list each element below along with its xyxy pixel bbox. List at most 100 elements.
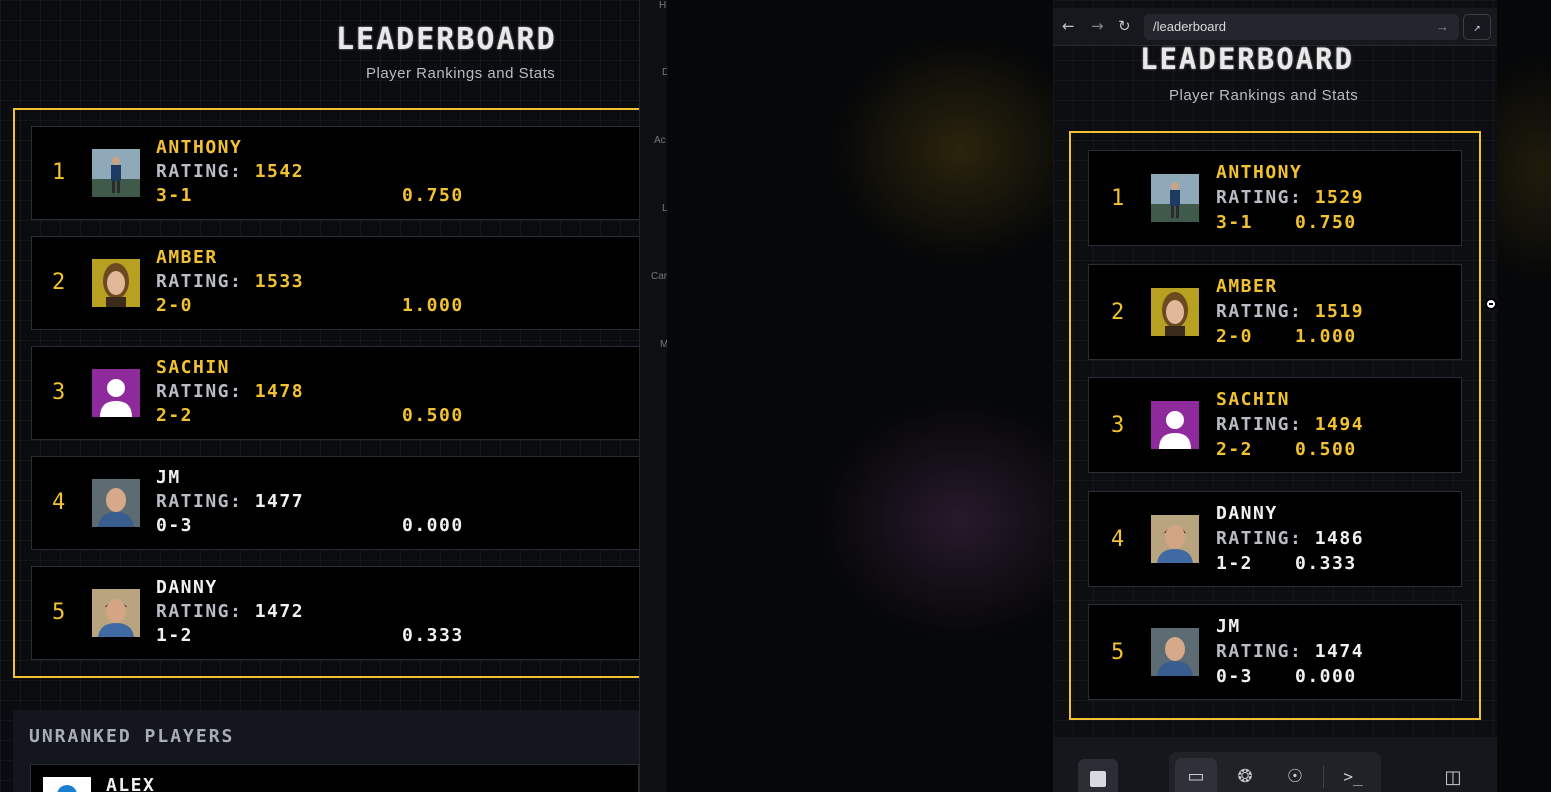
win-loss-record: 0-3 bbox=[1216, 666, 1254, 687]
open-external-icon[interactable]: ↗ bbox=[1463, 14, 1491, 40]
rating-value: 1519 bbox=[1314, 300, 1365, 322]
player-card[interactable]: 2 AMBER RATING: 1533 2-0 1.000 bbox=[31, 236, 639, 330]
rating-value: 1478 bbox=[254, 381, 305, 402]
rating-label: RATING: bbox=[1216, 187, 1303, 208]
stop-icon[interactable] bbox=[1078, 759, 1118, 792]
player-card[interactable]: 5 DANNY RATING: 1472 1-2 0.333 bbox=[31, 566, 639, 660]
win-percentage: 0.500 bbox=[1295, 439, 1357, 460]
divider-label: M bbox=[660, 339, 667, 350]
unranked-player-card[interactable]: ALEX bbox=[30, 764, 639, 792]
player-name: SACHIN bbox=[156, 357, 231, 378]
player-name: AMBER bbox=[156, 247, 218, 268]
grid-icon[interactable]: ❂ bbox=[1225, 758, 1265, 792]
rank-number: 1 bbox=[52, 160, 66, 185]
rating-line: RATING: 1472 bbox=[156, 601, 304, 622]
avatar bbox=[1151, 628, 1199, 676]
rating-label: RATING: bbox=[156, 271, 243, 292]
win-loss-record: 1-2 bbox=[1216, 552, 1254, 574]
avatar bbox=[1151, 514, 1199, 563]
go-icon[interactable]: → bbox=[1436, 14, 1449, 40]
player-card[interactable]: 1 ANTHONY RATING: 1529 3-1 0.750 bbox=[1088, 150, 1462, 246]
avatar bbox=[43, 777, 91, 792]
preview-subtitle: Player Rankings and Stats bbox=[1169, 87, 1359, 104]
win-loss-record: 3-1 bbox=[156, 185, 194, 206]
side-divider: H D Ac L Car M bbox=[639, 0, 667, 792]
divider-label: L bbox=[662, 203, 667, 214]
player-name: ALEX bbox=[106, 775, 156, 792]
divider-label: H bbox=[659, 0, 667, 11]
win-loss-record: 2-2 bbox=[156, 405, 194, 426]
divider-label: D bbox=[662, 67, 667, 78]
preview-title: LEADERBOARD bbox=[1140, 42, 1355, 76]
toolbar-separator bbox=[1323, 766, 1324, 788]
avatar bbox=[1151, 174, 1199, 222]
player-name: DANNY bbox=[156, 577, 218, 598]
panel-toggle-icon[interactable]: ◫ bbox=[1433, 759, 1473, 792]
avatar bbox=[92, 479, 140, 527]
divider-label: Car bbox=[651, 271, 667, 282]
left-app-pane: LEADERBOARD Player Rankings and Stats 1 A… bbox=[0, 0, 639, 792]
desktop-icon[interactable]: ▭ bbox=[1175, 758, 1217, 792]
win-loss-record: 3-1 bbox=[1216, 212, 1254, 233]
rating-line: RATING: 1474 bbox=[1216, 641, 1364, 662]
rating-line: RATING: 1486 bbox=[1216, 528, 1364, 549]
forward-icon[interactable]: → bbox=[1091, 17, 1104, 35]
rank-number: 3 bbox=[1111, 413, 1125, 438]
player-name: ANTHONY bbox=[1216, 162, 1303, 183]
rating-label: RATING: bbox=[156, 491, 243, 512]
win-percentage: 0.750 bbox=[402, 185, 464, 206]
player-card[interactable]: 2 AMBER RATING: 1519 2-0 1.000 bbox=[1088, 263, 1462, 360]
terminal-icon[interactable]: >_ bbox=[1333, 758, 1373, 792]
player-name: AMBER bbox=[1216, 275, 1278, 297]
rank-number: 3 bbox=[52, 380, 66, 405]
page-title: LEADERBOARD bbox=[336, 22, 557, 57]
rating-value: 1486 bbox=[1314, 527, 1365, 549]
browser-preview: ← → ↻ /leaderboard → ↗ LEADERBOARD Player… bbox=[1053, 0, 1497, 792]
rank-number: 4 bbox=[1111, 526, 1125, 552]
reload-icon[interactable]: ↻ bbox=[1118, 17, 1131, 35]
rank-number: 5 bbox=[52, 600, 66, 625]
player-card[interactable]: 5 JM RATING: 1474 0-3 0.000 bbox=[1088, 604, 1462, 700]
rank-number: 5 bbox=[1111, 640, 1125, 665]
rating-label: RATING: bbox=[1216, 527, 1303, 549]
player-name: JM bbox=[156, 467, 181, 488]
rating-label: RATING: bbox=[156, 381, 243, 402]
cursor-icon bbox=[1485, 298, 1497, 310]
rank-number: 4 bbox=[52, 490, 66, 515]
rank-number: 1 bbox=[1111, 186, 1125, 211]
rating-value: 1477 bbox=[254, 491, 305, 512]
win-percentage: 0.333 bbox=[1295, 552, 1357, 574]
unranked-section: UNRANKED PLAYERS ALEX bbox=[13, 710, 639, 792]
rating-value: 1533 bbox=[254, 271, 305, 292]
rating-line: RATING: 1477 bbox=[156, 491, 304, 512]
win-loss-record: 2-0 bbox=[1216, 325, 1254, 347]
win-percentage: 0.333 bbox=[402, 625, 464, 646]
rating-line: RATING: 1494 bbox=[1216, 414, 1364, 435]
rating-label: RATING: bbox=[156, 161, 243, 182]
win-percentage: 0.750 bbox=[1295, 212, 1357, 233]
rating-line: RATING: 1478 bbox=[156, 381, 304, 402]
rating-value: 1494 bbox=[1314, 414, 1365, 435]
rating-label: RATING: bbox=[1216, 414, 1303, 435]
player-card[interactable]: 4 DANNY RATING: 1486 1-2 0.333 bbox=[1088, 490, 1462, 587]
win-loss-record: 0-3 bbox=[156, 515, 194, 536]
back-icon[interactable]: ← bbox=[1062, 17, 1075, 35]
rating-line: RATING: 1529 bbox=[1216, 187, 1364, 208]
player-card[interactable]: 3 SACHIN RATING: 1478 2-2 0.500 bbox=[31, 346, 639, 440]
player-card[interactable]: 3 SACHIN RATING: 1494 2-2 0.500 bbox=[1088, 377, 1462, 473]
avatar bbox=[92, 149, 140, 197]
rating-value: 1529 bbox=[1314, 187, 1365, 208]
rating-value: 1542 bbox=[254, 161, 305, 182]
rating-line: RATING: 1519 bbox=[1216, 301, 1364, 322]
avatar bbox=[92, 259, 140, 307]
url-input[interactable]: /leaderboard → bbox=[1144, 14, 1459, 40]
player-card[interactable]: 1 ANTHONY RATING: 1542 3-1 0.750 bbox=[31, 126, 639, 220]
player-card[interactable]: 4 JM RATING: 1477 0-3 0.000 bbox=[31, 456, 639, 550]
win-loss-record: 1-2 bbox=[156, 625, 194, 646]
player-name: SACHIN bbox=[1216, 389, 1291, 410]
rating-label: RATING: bbox=[156, 601, 243, 622]
rating-label: RATING: bbox=[1216, 641, 1303, 662]
url-text: /leaderboard bbox=[1153, 19, 1226, 34]
avatar bbox=[92, 589, 140, 637]
tree-icon[interactable]: ☉ bbox=[1275, 758, 1315, 792]
